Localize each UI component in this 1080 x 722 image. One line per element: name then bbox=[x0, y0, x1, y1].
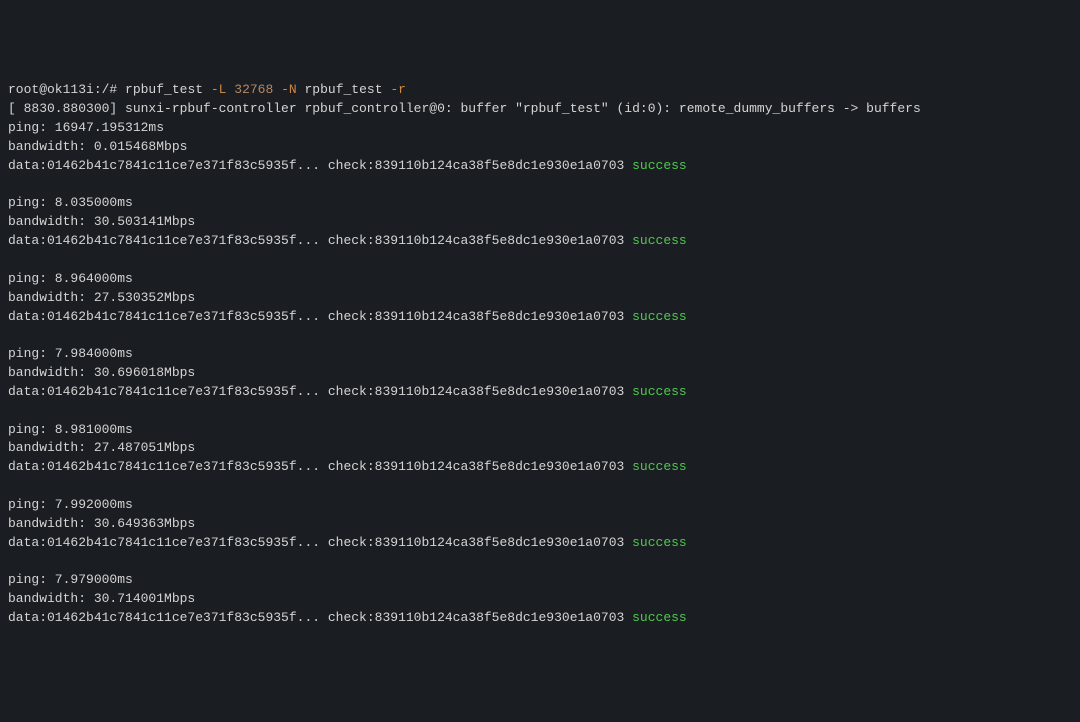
status-success: success bbox=[632, 309, 687, 324]
ping-line: ping: 7.984000ms bbox=[8, 346, 133, 361]
data-line: data:01462b41c7841c11ce7e371f83c5935f...… bbox=[8, 309, 632, 324]
status-success: success bbox=[632, 459, 687, 474]
command-name: rpbuf_test bbox=[125, 82, 211, 97]
ping-line: ping: 8.035000ms bbox=[8, 195, 133, 210]
status-success: success bbox=[632, 610, 687, 625]
bandwidth-line: bandwidth: 27.487051Mbps bbox=[8, 440, 195, 455]
ping-line: ping: 7.979000ms bbox=[8, 572, 133, 587]
bandwidth-line: bandwidth: 30.714001Mbps bbox=[8, 591, 195, 606]
data-line: data:01462b41c7841c11ce7e371f83c5935f...… bbox=[8, 535, 632, 550]
ping-line: ping: 16947.195312ms bbox=[8, 120, 164, 135]
shell-prompt: root@ok113i:/# bbox=[8, 82, 125, 97]
status-success: success bbox=[632, 535, 687, 550]
data-line: data:01462b41c7841c11ce7e371f83c5935f...… bbox=[8, 459, 632, 474]
status-success: success bbox=[632, 384, 687, 399]
bandwidth-line: bandwidth: 30.696018Mbps bbox=[8, 365, 195, 380]
data-line: data:01462b41c7841c11ce7e371f83c5935f...… bbox=[8, 233, 632, 248]
bandwidth-line: bandwidth: 27.530352Mbps bbox=[8, 290, 195, 305]
bandwidth-line: bandwidth: 30.503141Mbps bbox=[8, 214, 195, 229]
data-line: data:01462b41c7841c11ce7e371f83c5935f...… bbox=[8, 384, 632, 399]
bandwidth-line: bandwidth: 0.015468Mbps bbox=[8, 139, 187, 154]
flag-N: -N bbox=[281, 82, 304, 97]
status-success: success bbox=[632, 158, 687, 173]
status-success: success bbox=[632, 233, 687, 248]
arg-size: 32768 bbox=[234, 82, 281, 97]
data-line: data:01462b41c7841c11ce7e371f83c5935f...… bbox=[8, 610, 632, 625]
bandwidth-line: bandwidth: 30.649363Mbps bbox=[8, 516, 195, 531]
ping-line: ping: 7.992000ms bbox=[8, 497, 133, 512]
kernel-log-line: [ 8830.880300] sunxi-rpbuf-controller rp… bbox=[8, 101, 921, 116]
terminal-output: root@ok113i:/# rpbuf_test -L 32768 -N rp… bbox=[8, 81, 1072, 627]
ping-line: ping: 8.964000ms bbox=[8, 271, 133, 286]
flag-L: -L bbox=[211, 82, 234, 97]
arg-name: rpbuf_test bbox=[304, 82, 390, 97]
ping-line: ping: 8.981000ms bbox=[8, 422, 133, 437]
data-line: data:01462b41c7841c11ce7e371f83c5935f...… bbox=[8, 158, 632, 173]
flag-r: -r bbox=[390, 82, 406, 97]
